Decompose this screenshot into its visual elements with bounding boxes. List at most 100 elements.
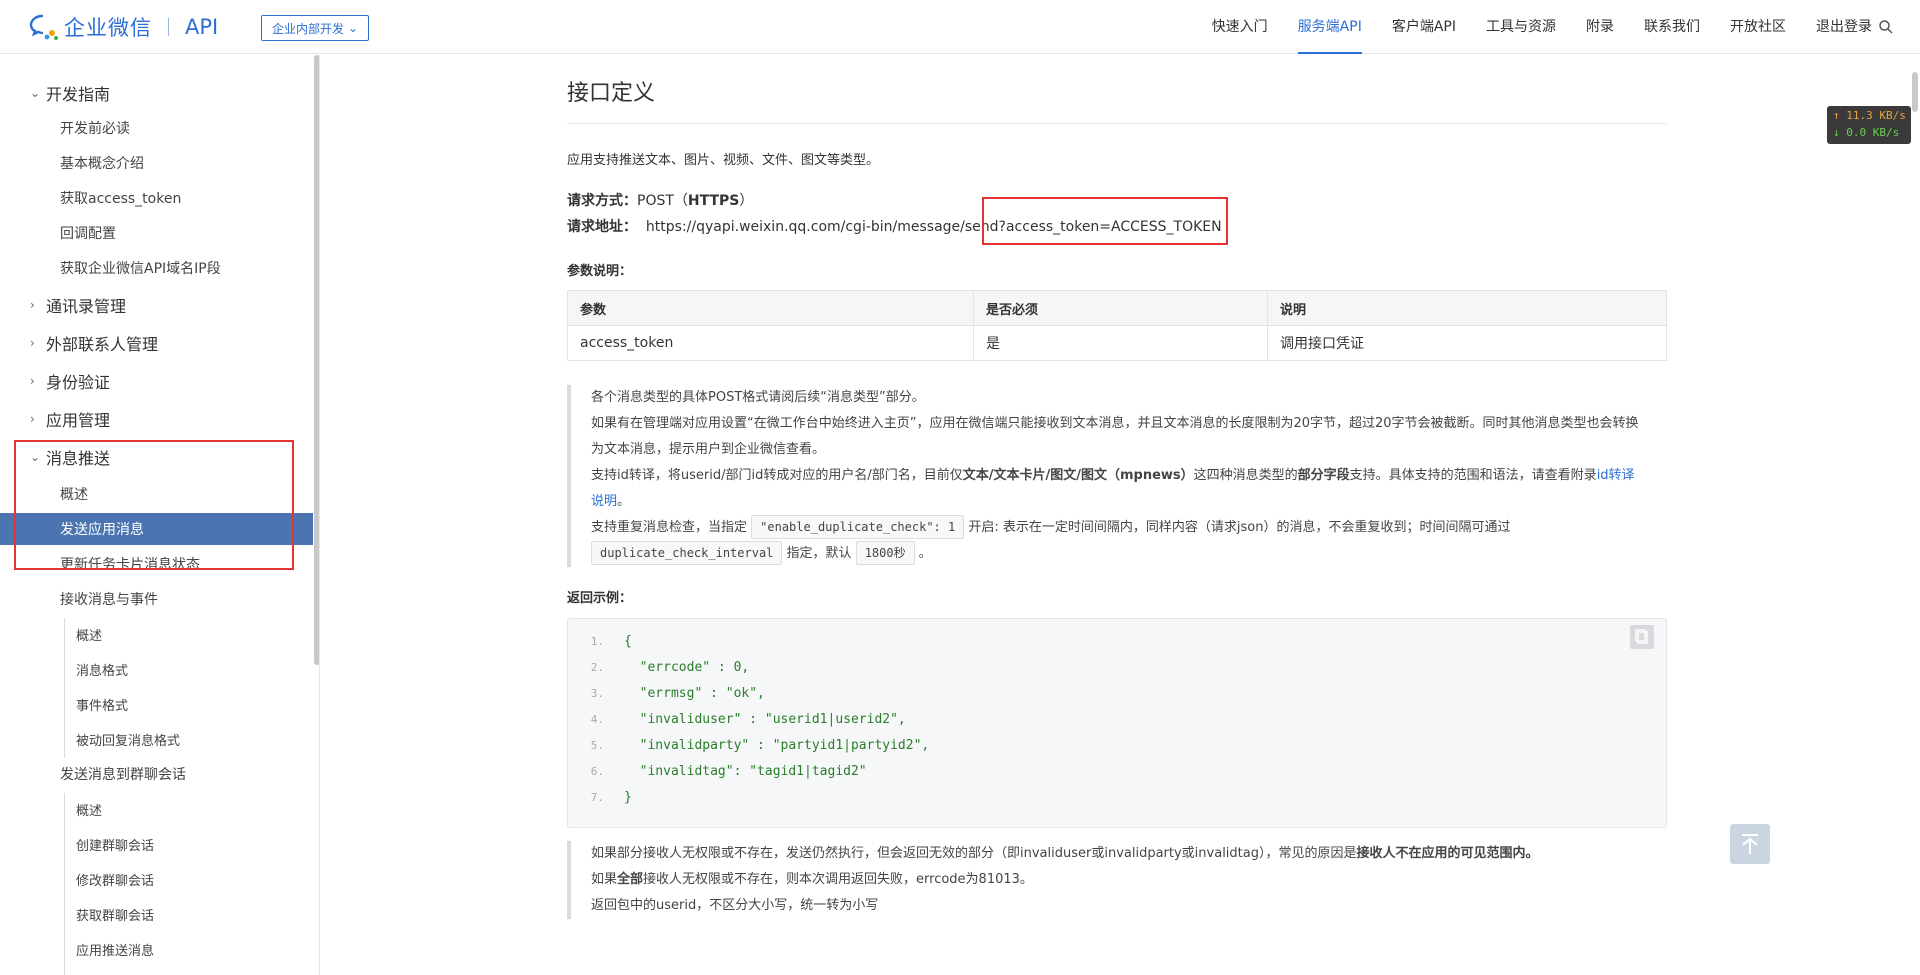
note-text: 接收人无权限或不存在，则本次调用返回失败，errcode为81013。 — [643, 872, 1033, 887]
code-text: "invalidparty" : "partyid1|partyid2", — [624, 738, 930, 753]
note-text: 支持id转译，将userid/部门id转成对应的用户名/部门名，目前仅 — [591, 468, 963, 483]
params-label: 参数说明： — [567, 264, 633, 279]
note-text: 指定，默认 — [786, 546, 852, 561]
nav-appendix[interactable]: 附录 — [1586, 0, 1614, 54]
sidebar-item-app-push[interactable]: 应用推送消息 — [0, 933, 313, 965]
note-text-bold: 文本/文本卡片/图文/图文（mpnews） — [962, 468, 1194, 483]
sidebar-item-message-push[interactable]: ⌄ 消息推送 — [0, 441, 313, 473]
params-table: 参数 是否必须 说明 access_token 是 调用接口凭证 — [567, 290, 1667, 361]
back-to-top-button[interactable] — [1730, 824, 1770, 864]
sidebar-item-contacts[interactable]: › 通讯录管理 — [0, 289, 313, 321]
note-text-bold: 接收人不在应用的可见范围内。 — [1356, 846, 1539, 861]
code-line: 7.} — [568, 785, 632, 811]
note-text: 。 — [918, 546, 932, 561]
code-line: 4. "invaliduser" : "userid1|userid2", — [568, 707, 906, 733]
nav-contact[interactable]: 联系我们 — [1644, 0, 1700, 54]
sidebar-nav: ⌄ 开发指南 开发前必读 基本概念介绍 获取access_token 回调配置 获… — [0, 55, 320, 975]
nav-quickstart[interactable]: 快速入门 — [1212, 0, 1268, 54]
logo-text: 企业微信 — [64, 16, 152, 40]
table-cell: 是 — [973, 325, 1268, 361]
sidebar-item-label: 身份验证 — [46, 373, 111, 392]
nav-server-api[interactable]: 服务端API — [1297, 0, 1363, 54]
note-text: 支持重复消息检查，当指定 — [591, 520, 748, 535]
table-row: access_token 是 调用接口凭证 — [567, 325, 1667, 361]
sidebar-item-update-card[interactable]: 更新任务卡片消息状态 — [0, 548, 313, 580]
sidebar-item-ip-range[interactable]: 获取企业微信API域名IP段 — [0, 252, 313, 284]
page-scrollbar[interactable] — [1912, 72, 1918, 112]
column-header: 说明 — [1267, 290, 1667, 326]
note-text: 。 — [617, 494, 631, 509]
line-number: 7. — [590, 791, 604, 804]
sidebar-item-message-format[interactable]: 消息格式 — [0, 653, 313, 685]
sidebar-item-receive-events[interactable]: 接收消息与事件 — [0, 583, 313, 615]
code-line: 1. { — [568, 629, 632, 655]
return-example-label: 返回示例： — [567, 591, 633, 606]
code-text: "errcode" : 0, — [624, 660, 750, 675]
sidebar-item-group-chat[interactable]: 发送消息到群聊会话 — [0, 758, 313, 790]
sidebar-item-auth[interactable]: › 身份验证 — [0, 365, 313, 397]
dev-mode-select[interactable]: 企业内部开发 ⌄ — [261, 15, 370, 41]
sidebar-item-overview[interactable]: 概述 — [0, 478, 313, 510]
note-text-bold: 部分字段 — [1297, 468, 1350, 483]
nav-tools[interactable]: 工具与资源 — [1486, 0, 1556, 54]
sidebar-item-app-management[interactable]: › 应用管理 — [0, 403, 313, 435]
code-line: 3. "errmsg" : "ok", — [568, 681, 765, 707]
sidebar-item-before-dev[interactable]: 开发前必读 — [0, 112, 313, 144]
note-line: 如果部分接收人无权限或不存在，发送仍然执行，但会返回无效的部分（即invalid… — [591, 841, 1647, 867]
note-line: 各个消息类型的具体POST格式请阅后续“消息类型”部分。 — [591, 390, 925, 405]
copy-glyph-icon — [1635, 629, 1648, 644]
chevron-right-icon: › — [30, 412, 35, 426]
logo-divider — [168, 18, 169, 36]
inline-code: "enable_duplicate_check": 1 — [751, 515, 965, 539]
request-url-value[interactable]: https://qyapi.weixin.qq.com/cgi-bin/mess… — [646, 219, 1222, 235]
sidebar-item-passive-reply[interactable]: 被动回复消息格式 — [0, 723, 313, 755]
logo[interactable]: 企业微信 API — [28, 13, 218, 41]
download-speed: ↓ 0.0 KB/s — [1833, 126, 1900, 139]
note-text: 这四种消息类型的 — [1193, 468, 1298, 483]
sidebar-item-basic-concepts[interactable]: 基本概念介绍 — [0, 147, 313, 179]
sidebar-scrollbar[interactable] — [314, 55, 319, 665]
search-icon[interactable] — [1878, 19, 1894, 35]
sidebar-item-dev-guide[interactable]: ⌄ 开发指南 — [0, 77, 313, 109]
sidebar-item-label: 消息推送 — [46, 449, 111, 468]
nav-logout[interactable]: 退出登录 — [1816, 0, 1872, 54]
sidebar-item-label: 应用管理 — [46, 411, 111, 430]
note-line: 返回包中的userid，不区分大小写，统一转为小写 — [591, 898, 879, 913]
sidebar-item-send-app-message[interactable]: 发送应用消息 — [0, 513, 313, 545]
sidebar-item-group-overview[interactable]: 概述 — [0, 793, 313, 825]
chevron-down-icon: ⌄ — [348, 21, 359, 35]
table-cell: 调用接口凭证 — [1267, 325, 1667, 361]
code-line: 2. "errcode" : 0, — [568, 655, 749, 681]
nav-client-api[interactable]: 客户端API — [1392, 0, 1456, 54]
note-text: 开启: 表示在一定时间间隔内，同样内容（请求json）的消息，不会重复收到；时间… — [968, 520, 1511, 535]
chevron-down-icon: ⌄ — [30, 86, 41, 100]
sidebar-item-event-format[interactable]: 事件格式 — [0, 688, 313, 720]
sidebar-item-external-contacts[interactable]: › 外部联系人管理 — [0, 327, 313, 359]
notes-block: 各个消息类型的具体POST格式请阅后续“消息类型”部分。 如果有在管理端对应用设… — [567, 385, 1647, 567]
note-text: 如果部分接收人无权限或不存在，发送仍然执行，但会返回无效的部分（即invalid… — [591, 846, 1357, 861]
logo-api-label: API — [185, 15, 219, 39]
network-speed-widget: ↑ 11.3 KB/s ↓ 0.0 KB/s — [1827, 106, 1911, 144]
code-text: "invaliduser" : "userid1|userid2", — [624, 712, 906, 727]
return-notes-block: 如果部分接收人无权限或不存在，发送仍然执行，但会返回无效的部分（即invalid… — [567, 841, 1647, 919]
top-nav: 快速入门 服务端API 客户端API 工具与资源 附录 联系我们 开放社区 退出… — [1182, 0, 1872, 54]
note-text-bold: 全部 — [617, 872, 644, 887]
code-line: 5. "invalidparty" : "partyid1|partyid2", — [568, 733, 930, 759]
sidebar-item-callback[interactable]: 回调配置 — [0, 217, 313, 249]
sidebar-item-label: 开发指南 — [46, 85, 111, 104]
sidebar-item-receive-overview[interactable]: 概述 — [0, 618, 313, 650]
upload-speed: ↑ 11.3 KB/s — [1833, 109, 1906, 122]
column-header: 参数 — [567, 290, 974, 326]
page-title: 接口定义 — [567, 81, 656, 106]
dev-mode-select-label: 企业内部开发 — [272, 21, 345, 36]
chevron-right-icon: › — [30, 298, 35, 312]
line-number: 6. — [590, 765, 604, 778]
nav-community[interactable]: 开放社区 — [1730, 0, 1786, 54]
sidebar-item-create-group[interactable]: 创建群聊会话 — [0, 828, 313, 860]
sidebar-item-update-group[interactable]: 修改群聊会话 — [0, 863, 313, 895]
table-header-row: 参数 是否必须 说明 — [567, 290, 1667, 326]
sidebar-item-get-token[interactable]: 获取access_token — [0, 182, 313, 214]
copy-icon[interactable] — [1630, 625, 1654, 649]
table-cell: access_token — [567, 325, 974, 361]
sidebar-item-get-group[interactable]: 获取群聊会话 — [0, 898, 313, 930]
